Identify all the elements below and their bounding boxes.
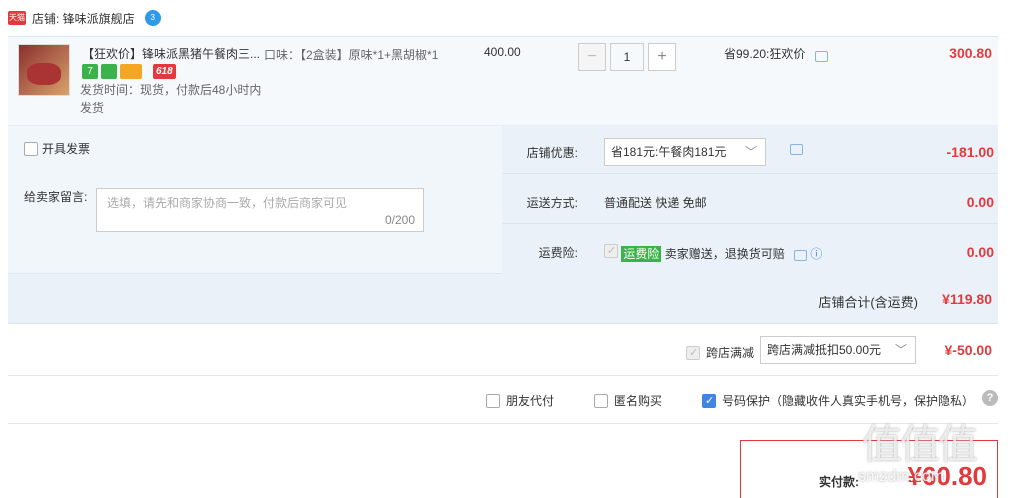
payment-label: 实付款: bbox=[819, 475, 859, 489]
tmall-logo-icon: 天猫 bbox=[8, 11, 26, 25]
shop-total-value: ¥119.80 bbox=[942, 291, 992, 307]
number-protect-label: 号码保护（隐藏收件人真实手机号，保护隐私） bbox=[722, 394, 975, 408]
shipping-method: 普通配送 快递 免邮 bbox=[604, 196, 707, 210]
seller-message-input[interactable]: 选填，请先和商家协商一致，付款后商家可见 0/200 bbox=[96, 188, 424, 232]
shipping-row: 运送方式: 普通配送 快递 免邮 0.00 bbox=[502, 176, 998, 224]
message-placeholder: 选填，请先和商家协商一致，付款后商家可见 bbox=[107, 196, 348, 210]
insurance-row: 运费险: 运费险 卖家赠送，退换货可赔 ⓘ 0.00 bbox=[502, 226, 998, 274]
comment-icon[interactable] bbox=[790, 144, 803, 155]
message-char-count: 0/200 bbox=[384, 213, 415, 227]
shop-total-row: 店铺合计(含运费) ¥119.80 bbox=[8, 274, 998, 324]
cross-store-option[interactable]: 跨店满减 bbox=[686, 344, 754, 361]
shop-discount-select[interactable]: 省181元:午餐肉181元 ﹀ bbox=[604, 138, 766, 166]
item-promo: 省99.20:狂欢价 bbox=[724, 45, 829, 62]
cross-store-select[interactable]: 跨店满减抵扣50.00元 ﹀ bbox=[760, 336, 916, 364]
shipping-label: 运送方式: bbox=[526, 196, 578, 210]
product-thumbnail[interactable] bbox=[18, 44, 70, 96]
payment-summary: 实付款: ¥60.80 bbox=[740, 440, 998, 498]
invoice-option[interactable]: 开具发票 bbox=[24, 140, 90, 157]
shop-discount-row: 店铺优惠: 省181元:午餐肉181元 ﹀ -181.00 bbox=[502, 126, 998, 174]
insurance-checkbox bbox=[604, 244, 618, 258]
anonymous-checkbox[interactable] bbox=[594, 393, 608, 408]
order-options: 开具发票 给卖家留言: 选填，请先和商家协商一致，付款后商家可见 0/200 店… bbox=[8, 126, 998, 274]
shipping-time: 发货时间：现货，付款后48小时内发货 bbox=[80, 83, 262, 115]
qty-minus-button[interactable]: − bbox=[578, 43, 606, 71]
card-payment-icon bbox=[120, 64, 142, 79]
cross-store-label: 跨店满减 bbox=[706, 346, 755, 360]
qty-plus-button[interactable]: + bbox=[648, 43, 676, 71]
options-left: 开具发票 给卖家留言: 选填，请先和商家协商一致，付款后商家可见 0/200 bbox=[8, 126, 502, 274]
pay-options-row: 朋友代付 匿名购买 号码保护（隐藏收件人真实手机号，保护隐私） ? bbox=[8, 376, 998, 424]
invoice-label: 开具发票 bbox=[42, 142, 91, 156]
shop-discount-label: 店铺优惠: bbox=[526, 146, 578, 160]
anonymous-option[interactable]: 匿名购买 bbox=[594, 392, 662, 409]
friend-pay-option[interactable]: 朋友代付 bbox=[486, 392, 554, 409]
order-item-row: 【狂欢价】锋味派黑猪午餐肉三... 7 618 发货时间：现货，付款后48小时内… bbox=[8, 36, 998, 126]
qty-input[interactable]: 1 bbox=[610, 43, 644, 71]
shop-discount-value: 省181元:午餐肉181元 bbox=[611, 145, 727, 159]
chevron-down-icon: ﹀ bbox=[744, 145, 757, 159]
item-subtotal: 300.80 bbox=[949, 45, 992, 61]
comment-icon[interactable] bbox=[794, 250, 808, 261]
item-promo-text: 省99.20:狂欢价 bbox=[724, 47, 806, 61]
product-title[interactable]: 【狂欢价】锋味派黑猪午餐肉三... bbox=[82, 45, 262, 62]
comment-icon[interactable] bbox=[815, 51, 829, 62]
insurance-amount: 0.00 bbox=[966, 244, 994, 260]
invoice-checkbox[interactable] bbox=[24, 141, 38, 156]
payment-total: ¥60.80 bbox=[907, 461, 987, 491]
number-protect-checkbox[interactable] bbox=[702, 393, 716, 408]
shop-total-label: 店铺合计(含运费) bbox=[818, 295, 918, 310]
help-circle-icon[interactable]: ⓘ bbox=[810, 247, 822, 261]
cross-store-checkbox bbox=[686, 345, 700, 360]
number-protect-option[interactable]: 号码保护（隐藏收件人真实手机号，保护隐私） bbox=[702, 392, 974, 409]
wangwang-chat-icon[interactable]: 3 bbox=[144, 10, 161, 26]
shipping-amount: 0.00 bbox=[966, 194, 994, 210]
product-spec: 口味：【2盒装】原味*1+黑胡椒*1 bbox=[264, 48, 439, 62]
seven-day-return-icon: 7 bbox=[82, 64, 98, 79]
help-icon[interactable]: ? bbox=[982, 390, 998, 406]
cross-store-row: 跨店满减 跨店满减抵扣50.00元 ﹀ ¥-50.00 bbox=[8, 324, 998, 376]
insurance-tag: 运费险 bbox=[621, 246, 662, 262]
quantity-stepper: − 1 + bbox=[578, 43, 676, 71]
anonymous-label: 匿名购买 bbox=[614, 394, 663, 408]
insurance-label: 运费险: bbox=[538, 246, 578, 260]
shop-name[interactable]: 店铺: 锋味派旗舰店 bbox=[32, 10, 135, 27]
promo-618-badge: 618 bbox=[153, 64, 176, 79]
unit-price: 400.00 bbox=[484, 45, 521, 59]
shop-header: 天猫 店铺: 锋味派旗舰店 3 bbox=[8, 8, 161, 28]
friend-pay-label: 朋友代付 bbox=[506, 394, 555, 408]
chevron-down-icon: ﹀ bbox=[894, 343, 907, 357]
cross-store-value: 跨店满减抵扣50.00元 bbox=[767, 343, 882, 357]
shop-discount-amount: -181.00 bbox=[946, 144, 994, 160]
cross-store-amount: ¥-50.00 bbox=[944, 342, 992, 358]
guarantee-icon bbox=[101, 64, 117, 79]
insurance-info: 运费险 卖家赠送，退换货可赔 ⓘ bbox=[604, 244, 822, 262]
friend-pay-checkbox[interactable] bbox=[486, 393, 500, 408]
options-right: 店铺优惠: 省181元:午餐肉181元 ﹀ -181.00 运送方式: 普通配送… bbox=[502, 126, 998, 274]
product-badges: 7 618 bbox=[82, 64, 176, 79]
message-label: 给卖家留言: bbox=[24, 190, 88, 204]
insurance-text: 卖家赠送，退换货可赔 bbox=[664, 247, 785, 261]
